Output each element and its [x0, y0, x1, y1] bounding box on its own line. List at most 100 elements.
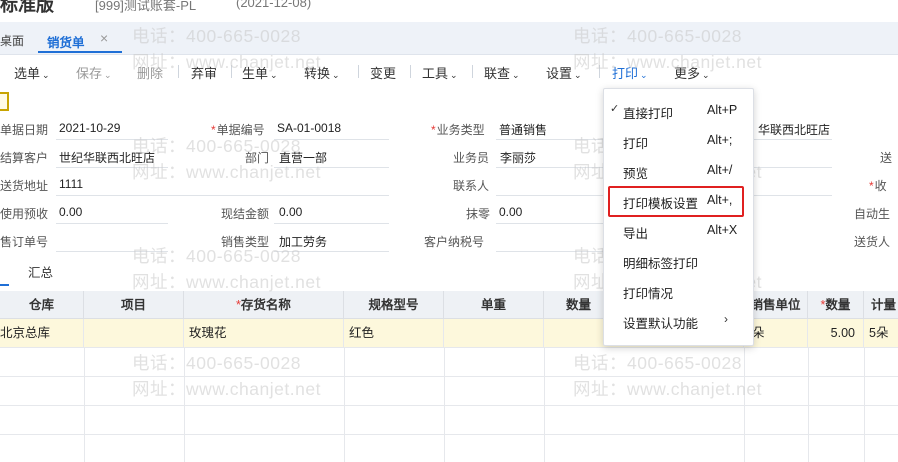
receive-label: *收 — [869, 179, 887, 193]
menu-item-label: 预览 — [623, 167, 649, 181]
col-header-inventory[interactable]: *存货名称 — [184, 291, 344, 319]
round-label: 抹零 — [466, 207, 491, 221]
more-button[interactable]: 更多 ⌄ — [674, 63, 710, 82]
ship-addr-field[interactable]: 1111 — [59, 177, 83, 191]
cell-unit-weight[interactable] — [444, 319, 544, 348]
contact-label: 联系人 — [453, 179, 490, 193]
dept-field[interactable]: 直营一部 — [279, 149, 327, 166]
menu-item-preview[interactable]: 预览 Alt+/ — [604, 159, 753, 183]
cash-label: 现结金额 — [221, 207, 270, 221]
order-no-label: 售订单号 — [0, 235, 49, 249]
tab-summary[interactable]: 汇总 — [28, 262, 53, 281]
field-underline — [274, 167, 389, 168]
cell-unit[interactable]: 5朵 — [864, 319, 898, 348]
round-field[interactable]: 0.00 — [499, 205, 522, 219]
biz-type-label-text: 业务类型 — [436, 123, 485, 137]
menu-item-default-function[interactable]: 设置默认功能 › — [604, 309, 753, 333]
generate-label: 生单 — [242, 66, 269, 81]
grid-line — [544, 348, 545, 462]
cell-inventory[interactable]: 玫瑰花 — [184, 319, 344, 348]
convert-button[interactable]: 转换 ⌄ — [304, 63, 340, 82]
chevron-down-icon: ⌄ — [512, 70, 520, 80]
cell-warehouse[interactable]: 北京总库 — [0, 319, 84, 348]
dept-label: 部门 — [245, 151, 270, 165]
field-underline — [496, 167, 608, 168]
menu-item-label-print[interactable]: 明细标签打印 — [604, 249, 753, 273]
menu-item-shortcut: Alt+/ — [707, 163, 733, 177]
field-underline — [496, 139, 608, 140]
customer-field[interactable]: 华联西北旺店 — [758, 121, 830, 138]
col-header-project[interactable]: 项目 — [84, 291, 184, 319]
menu-item-label: 导出 — [623, 227, 649, 241]
cell-spec[interactable]: 红色 — [344, 319, 444, 348]
select-label: 选单 — [14, 66, 41, 81]
menu-item-print[interactable]: 打印 Alt+; — [604, 129, 753, 153]
menu-item-label: 打印 — [623, 137, 649, 151]
settings-button[interactable]: 设置 ⌄ — [546, 63, 582, 82]
field-underline — [752, 167, 832, 168]
detail-tab-indicator — [0, 284, 9, 286]
menu-item-shortcut: Alt+P — [707, 103, 738, 117]
menu-item-print-status[interactable]: 打印情况 — [604, 279, 753, 303]
col-header-quantity[interactable]: *数量 — [808, 291, 864, 319]
cell-project[interactable] — [84, 319, 184, 348]
print-button[interactable]: 打印 ⌄ — [612, 63, 648, 82]
prepay-label: 使用预收 — [0, 207, 49, 221]
doc-date-field[interactable]: 2021-10-29 — [59, 121, 120, 135]
tools-label: 工具 — [422, 66, 449, 81]
table-row[interactable] — [0, 435, 898, 462]
change-button[interactable]: 变更 — [370, 63, 396, 82]
menu-item-direct-print[interactable]: ✓ 直接打印 Alt+P — [604, 99, 753, 123]
settings-label: 设置 — [546, 66, 573, 81]
salesman-label: 业务员 — [453, 151, 490, 165]
delete-button[interactable]: 删除 — [137, 63, 163, 82]
watermark-phone: 电话：400-665-0028 — [132, 246, 301, 266]
cell-quantity[interactable]: 5.00 — [808, 319, 864, 348]
biz-type-field[interactable]: 普通销售 — [499, 121, 547, 138]
doc-date-label: 单据日期 — [0, 123, 49, 137]
grid-line — [344, 348, 345, 462]
col-header-unit-weight[interactable]: 单重 — [444, 291, 544, 319]
tools-button[interactable]: 工具 ⌄ — [422, 63, 458, 82]
field-underline — [496, 251, 608, 252]
sale-type-field[interactable]: 加工劳务 — [279, 233, 327, 250]
field-underline — [56, 139, 168, 140]
col-header-inventory-text: 存货名称 — [240, 298, 291, 312]
chevron-down-icon: ⌄ — [450, 70, 458, 80]
toolbar-divider — [178, 65, 179, 78]
tab-desktop[interactable]: 桌面 — [0, 32, 24, 49]
prepay-field[interactable]: 0.00 — [59, 205, 82, 219]
doc-no-field[interactable]: SA-01-0018 — [277, 121, 341, 135]
col-header-warehouse[interactable]: 仓库 — [0, 291, 84, 319]
select-button[interactable]: 选单 ⌄ — [14, 63, 50, 82]
settle-customer-field[interactable]: 世纪华联西北旺店 — [59, 149, 155, 166]
field-underline — [752, 139, 832, 140]
toolbar-divider — [472, 65, 473, 78]
status-marker — [0, 92, 9, 111]
toolbar-divider — [231, 65, 232, 78]
tab-sales-order[interactable]: 销货单 × — [38, 30, 122, 53]
field-underline — [274, 251, 389, 252]
generate-button[interactable]: 生单 ⌄ — [242, 63, 278, 82]
col-header-unit[interactable]: 计量 — [864, 291, 898, 319]
sale-type-label: 销售类型 — [221, 235, 270, 249]
menu-item-export[interactable]: 导出 Alt+X — [604, 219, 753, 243]
save-button[interactable]: 保存 ⌄ — [76, 63, 112, 82]
tab-sales-order-label: 销货单 — [47, 36, 85, 50]
toolbar-divider — [358, 65, 359, 78]
table-row[interactable] — [0, 348, 898, 377]
table-row[interactable] — [0, 406, 898, 435]
close-icon[interactable]: × — [100, 30, 108, 46]
query-button[interactable]: 联查 ⌄ — [484, 63, 520, 82]
title-bar: 标准版 [999]测试账套-PL (2021-12-08) — [0, 0, 898, 22]
table-row[interactable]: 北京总库 玫瑰花 红色 朵 5.00 5朵 — [0, 319, 898, 348]
cash-field[interactable]: 0.00 — [279, 205, 302, 219]
field-underline — [274, 139, 389, 140]
unapprove-button[interactable]: 弃审 — [191, 63, 217, 82]
table-row[interactable] — [0, 377, 898, 406]
toolbar-divider — [599, 65, 600, 78]
toolbar: 选单 ⌄ 保存 ⌄ 删除 弃审 生单 ⌄ 转换 ⌄ 变更 工具 ⌄ 联查 ⌄ 设置 ⌄ 打印 ⌄… — [0, 55, 898, 86]
field-underline — [56, 195, 389, 196]
salesman-field[interactable]: 李丽莎 — [500, 149, 536, 166]
col-header-spec[interactable]: 规格型号 — [344, 291, 444, 319]
